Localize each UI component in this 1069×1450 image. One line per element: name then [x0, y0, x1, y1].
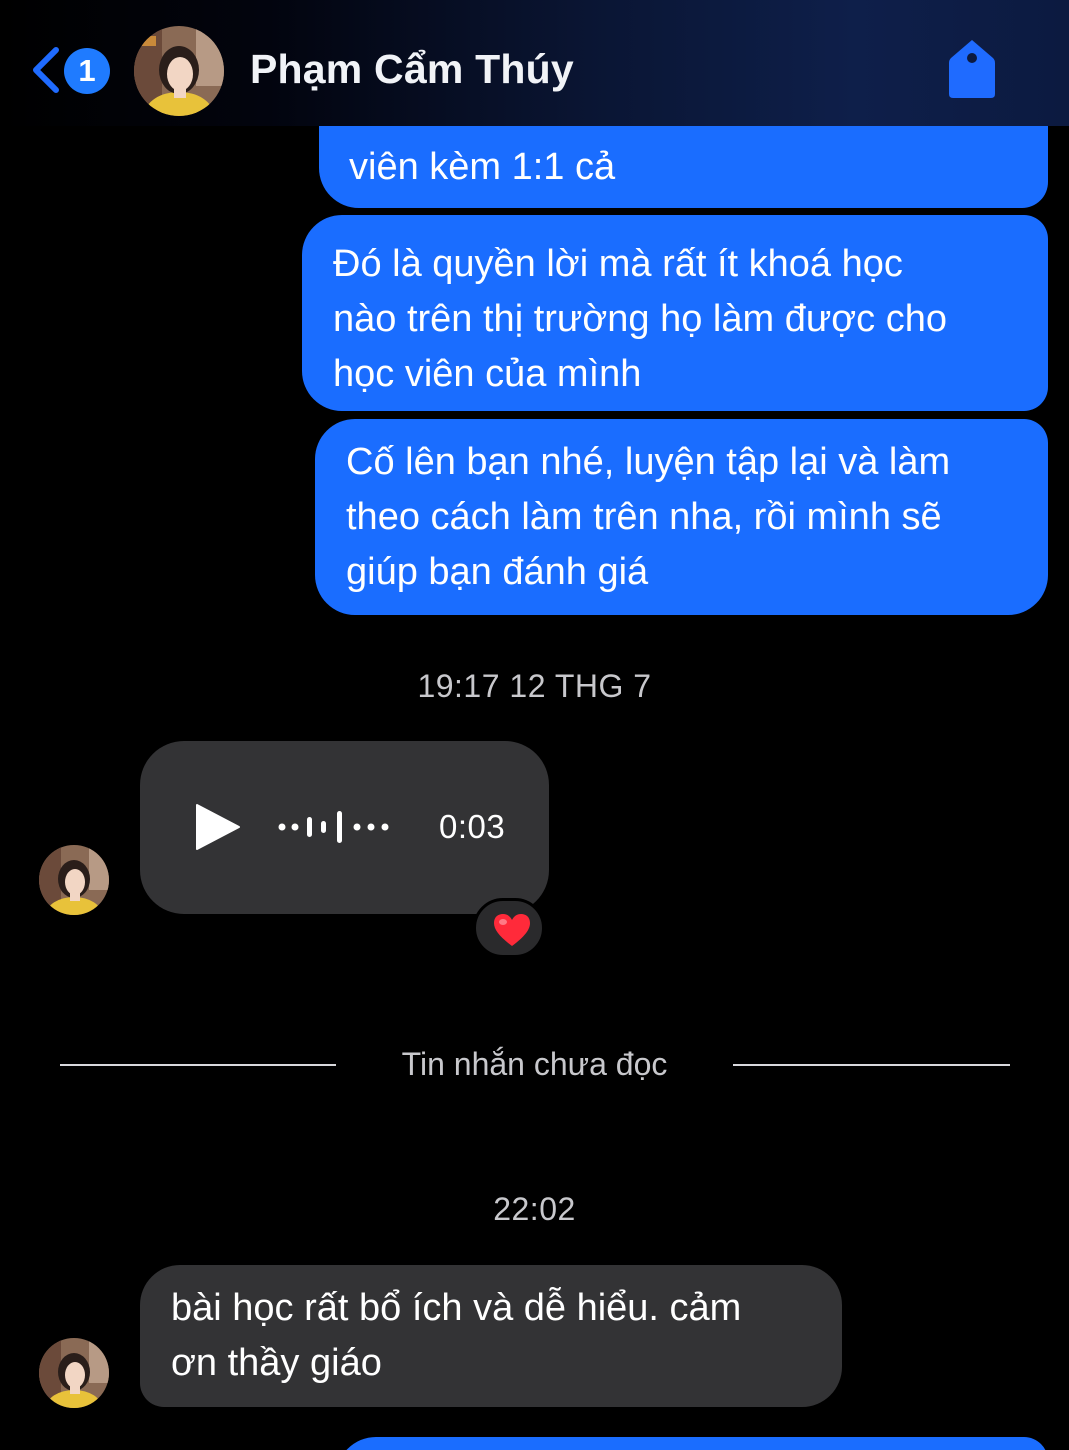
- outgoing-message[interactable]: [336, 1437, 1048, 1450]
- message-text: bài học rất bổ ích và dễ hiểu. cảm: [171, 1287, 742, 1329]
- message-text: giúp bạn đánh giá: [346, 551, 649, 593]
- message-text: Đó là quyền lời mà rất ít khoá học: [333, 243, 903, 285]
- sender-avatar[interactable]: [39, 1338, 109, 1408]
- contact-name[interactable]: Phạm Cẩm Thúy: [250, 46, 574, 93]
- message-text: theo cách làm trên nha, rồi mình sẽ: [346, 496, 942, 538]
- message-timestamp: 22:02: [493, 1191, 576, 1227]
- message-timestamp: 19:17 12 THG 7: [417, 668, 652, 704]
- chevron-left-icon: [33, 47, 59, 93]
- reaction-badge[interactable]: [473, 898, 545, 958]
- tag-icon[interactable]: [947, 38, 997, 100]
- outgoing-message[interactable]: Đó là quyền lời mà rất ít khoá học nào t…: [302, 215, 1048, 411]
- heart-icon: [494, 914, 530, 946]
- message-text: Cố lên bạn nhé, luyện tập lại và làm: [346, 441, 951, 483]
- message-text: ơn thầy giáo: [171, 1342, 382, 1384]
- sender-avatar[interactable]: [39, 845, 109, 915]
- incoming-message[interactable]: bài học rất bổ ích và dễ hiểu. cảm ơn th…: [140, 1265, 842, 1407]
- voice-duration: 0:03: [439, 808, 506, 845]
- voice-message[interactable]: 0:03: [140, 741, 549, 914]
- chat-header: 1 Phạm Cẩm Thúy: [0, 0, 1069, 126]
- play-icon[interactable]: [193, 803, 241, 851]
- unread-divider: Tin nhắn chưa đọc: [0, 1040, 1069, 1092]
- waveform-icon: [278, 811, 389, 843]
- message-text: học viên của mình: [333, 353, 642, 395]
- outgoing-message[interactable]: Cố lên bạn nhé, luyện tập lại và làm the…: [315, 419, 1048, 615]
- avatar[interactable]: [134, 26, 224, 116]
- unread-count-badge[interactable]: 1: [64, 48, 110, 94]
- chat-screen: 1 Phạm Cẩm Thúy viên kèm 1:1 cả Đó là qu…: [0, 0, 1069, 1450]
- divider-line: [733, 1064, 1010, 1066]
- message-text: viên kèm 1:1 cả: [349, 146, 616, 188]
- message-text: nào trên thị trường họ làm được cho: [333, 298, 948, 340]
